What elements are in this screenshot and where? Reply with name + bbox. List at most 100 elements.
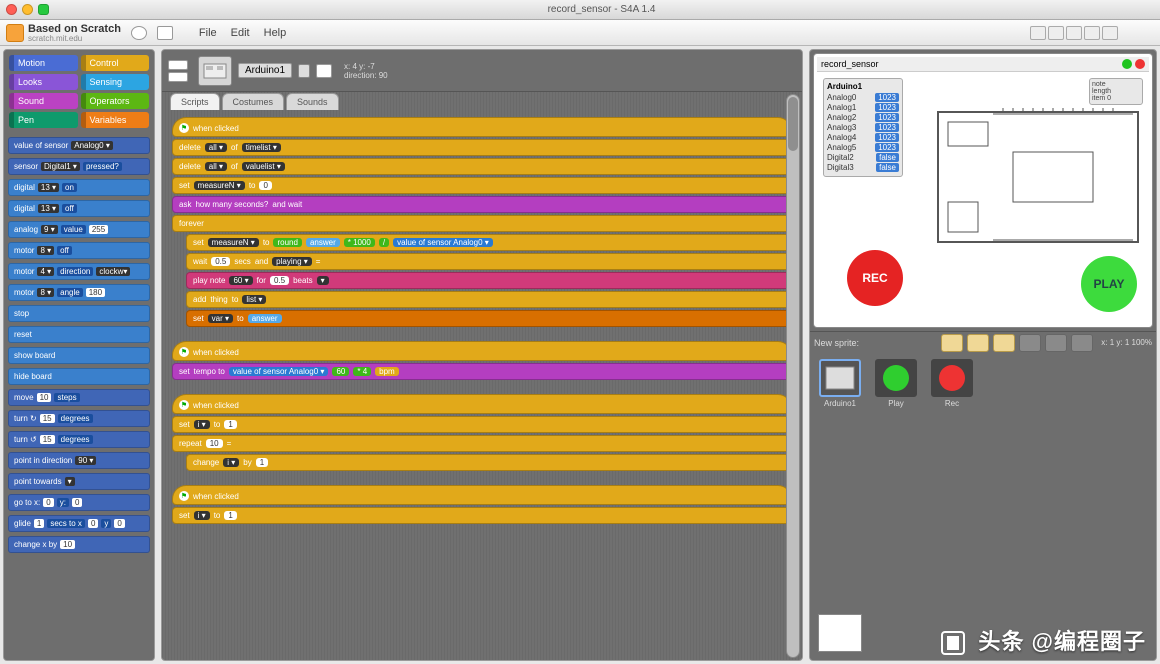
flip-v-icon[interactable] — [168, 72, 188, 82]
scripts-canvas[interactable]: ⚑ when clicked delete all ▾ of timelist ▾… — [162, 109, 802, 660]
hat-block[interactable]: ⚑ when clicked — [172, 485, 792, 505]
category-control[interactable]: Control — [81, 55, 150, 71]
menubar: Based on Scratch scratch.mit.edu File Ed… — [0, 20, 1160, 46]
script-block[interactable]: wait 0.5 secs and playing ▾ = — [186, 253, 792, 270]
length-label: length — [1092, 88, 1140, 95]
lock-icon[interactable] — [298, 64, 310, 78]
green-flag-icon[interactable] — [1122, 59, 1132, 69]
category-sound[interactable]: Sound — [9, 93, 78, 109]
palette-block[interactable]: go to x: 0y:0 — [8, 494, 150, 511]
category-looks[interactable]: Looks — [9, 74, 78, 90]
rec-button[interactable]: REC — [847, 250, 903, 306]
script-block[interactable]: delete all ▾ of valuelist ▾ — [172, 158, 792, 175]
brand-name: Based on Scratch — [28, 23, 121, 35]
script-block[interactable]: repeat 10 = — [172, 435, 792, 452]
script-block[interactable]: delete all ▾ of timelist ▾ — [172, 139, 792, 156]
item-label: item 0 — [1092, 95, 1140, 102]
script-block[interactable]: add thing to list ▾ — [186, 291, 792, 308]
menu-edit[interactable]: Edit — [231, 27, 250, 39]
paint-sprite-icon[interactable] — [941, 334, 963, 352]
palette-block[interactable]: digital 13 ▾on — [8, 179, 150, 196]
watermark: 头条 @编程圈子 — [941, 624, 1146, 656]
palette-block[interactable]: point towards ▾ — [8, 473, 150, 490]
tool-shrink-icon[interactable] — [1102, 26, 1118, 40]
sprite-thumbnail[interactable] — [198, 56, 232, 86]
script-block[interactable]: set var ▾ to answer — [186, 310, 792, 327]
random-sprite-icon[interactable] — [993, 334, 1015, 352]
palette-block[interactable]: analog 9 ▾value255 — [8, 221, 150, 238]
tab-costumes[interactable]: Costumes — [222, 93, 285, 110]
stage-thumbnail[interactable] — [818, 614, 862, 652]
tool-stamp-icon[interactable] — [1048, 26, 1064, 40]
tool-grow-icon[interactable] — [1084, 26, 1100, 40]
palette-block[interactable]: value of sensor Analog0 ▾ — [8, 137, 150, 154]
palette-block[interactable]: motor 8 ▾angle180 — [8, 284, 150, 301]
palette-block[interactable]: move 10steps — [8, 389, 150, 406]
choose-sprite-icon[interactable] — [967, 334, 989, 352]
watermark-logo-icon — [941, 631, 965, 655]
category-operators[interactable]: Operators — [81, 93, 150, 109]
palette-block[interactable]: turn ↻ 15degrees — [8, 410, 150, 427]
palette-block[interactable]: turn ↺ 15degrees — [8, 431, 150, 448]
sprite-name-field[interactable]: Arduino1 — [238, 63, 292, 78]
hat-block[interactable]: ⚑ when clicked — [172, 341, 792, 361]
script-block[interactable]: change i ▾ by 1 — [186, 454, 792, 471]
export-sprite-icon[interactable] — [316, 64, 332, 78]
palette-scroll[interactable]: value of sensor Analog0 ▾ sensor Digital1… — [4, 133, 154, 660]
sensor-readout[interactable]: Arduino1Analog01023Analog11023Analog2102… — [823, 78, 903, 177]
note-readout[interactable]: note length item 0 — [1089, 78, 1143, 105]
minimize-window-icon[interactable] — [22, 4, 33, 15]
flip-h-icon[interactable] — [168, 60, 188, 70]
save-icon[interactable] — [157, 26, 173, 40]
script-block[interactable]: set i ▾ to 1 — [172, 507, 792, 524]
script-block[interactable]: set measureN ▾ to 0 — [172, 177, 792, 194]
palette-block[interactable]: stop — [8, 305, 150, 322]
script-block[interactable]: set tempo to value of sensor Analog0 ▾ 6… — [172, 363, 792, 380]
sprite-list[interactable]: Arduino1PlayRec — [810, 353, 1156, 660]
category-sensing[interactable]: Sensing — [81, 74, 150, 90]
import-sprite-icon[interactable] — [1071, 334, 1093, 352]
palette-block[interactable]: digital 13 ▾off — [8, 200, 150, 217]
palette-block[interactable]: show board — [8, 347, 150, 364]
stop-all-icon[interactable] — [1135, 59, 1145, 69]
script-block[interactable]: forever — [172, 215, 792, 232]
sprite-item[interactable]: Arduino1 — [816, 359, 864, 408]
palette-block[interactable]: motor 8 ▾off — [8, 242, 150, 259]
script-block[interactable]: play note 60 ▾ for 0.5 beats ▾ — [186, 272, 792, 289]
play-button[interactable]: PLAY — [1081, 256, 1137, 312]
palette-block[interactable]: point in direction 90 ▾ — [8, 452, 150, 469]
globe-icon[interactable] — [131, 26, 147, 40]
sensor-row: Analog01023 — [827, 93, 899, 102]
folder-sprite-icon[interactable] — [1045, 334, 1067, 352]
tab-sounds[interactable]: Sounds — [286, 93, 339, 110]
camera-sprite-icon[interactable] — [1019, 334, 1041, 352]
menu-help[interactable]: Help — [264, 27, 287, 39]
palette-block[interactable]: reset — [8, 326, 150, 343]
sprite-x: x: 4 — [344, 62, 357, 71]
palette-block[interactable]: motor 4 ▾directionclockw▾ — [8, 263, 150, 280]
stage[interactable]: Arduino1Analog01023Analog11023Analog2102… — [817, 72, 1149, 324]
app-brand: Based on Scratch scratch.mit.edu — [6, 23, 121, 43]
script-block[interactable]: set measureN ▾ to round answer * 1000 / … — [186, 234, 792, 251]
sprite-item[interactable]: Rec — [928, 359, 976, 408]
palette-block[interactable]: change x by 10 — [8, 536, 150, 553]
category-pen[interactable]: Pen — [9, 112, 78, 128]
zoom-window-icon[interactable] — [38, 4, 49, 15]
script-block[interactable]: set i ▾ to 1 — [172, 416, 792, 433]
close-window-icon[interactable] — [6, 4, 17, 15]
tab-scripts[interactable]: Scripts — [170, 93, 220, 110]
palette-block[interactable]: sensor Digital1 ▾pressed? — [8, 158, 150, 175]
category-motion[interactable]: Motion — [9, 55, 78, 71]
hat-block[interactable]: ⚑ when clicked — [172, 394, 792, 414]
category-variables[interactable]: Variables — [81, 112, 150, 128]
hat-block[interactable]: ⚑ when clicked — [172, 117, 792, 137]
tool-cut-icon[interactable] — [1066, 26, 1082, 40]
sprite-item[interactable]: Play — [872, 359, 920, 408]
scripts-scrollbar[interactable] — [786, 94, 800, 658]
menu-file[interactable]: File — [199, 27, 217, 39]
script-block[interactable]: ask how many seconds? and wait — [172, 196, 792, 213]
palette-block[interactable]: glide 1secs to x0y0 — [8, 515, 150, 532]
palette-block[interactable]: hide board — [8, 368, 150, 385]
app-logo-icon — [6, 24, 24, 42]
tool-pointer-icon[interactable] — [1030, 26, 1046, 40]
